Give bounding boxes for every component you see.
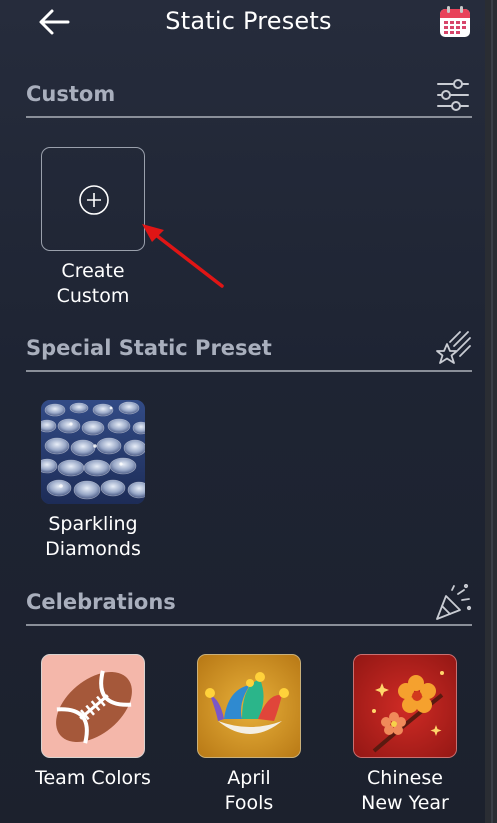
custom-section-title: Custom	[26, 82, 116, 106]
april-fools-label: April Fools	[184, 766, 314, 816]
create-custom-label: Create Custom	[28, 259, 158, 309]
celebrations-section-header: Celebrations	[26, 583, 472, 626]
sparkling-diamonds-tile[interactable]: Sparkling Diamonds	[28, 400, 158, 562]
shooting-star-icon	[434, 330, 472, 368]
plum-blossom-icon	[354, 655, 456, 757]
chinese-new-year-label-line1: Chinese	[367, 767, 443, 789]
chinese-new-year-label: Chinese New Year	[340, 766, 470, 816]
sparkling-diamonds-label-line1: Sparkling	[48, 513, 138, 535]
special-section-header: Special Static Preset	[26, 331, 472, 372]
chinese-new-year-image[interactable]	[353, 654, 457, 758]
team-colors-label-line1: Team Colors	[35, 767, 151, 789]
april-fools-label-line1: April	[227, 767, 271, 789]
team-colors-tile[interactable]: Team Colors	[28, 654, 158, 791]
chinese-new-year-tile[interactable]: Chinese New Year	[340, 654, 470, 816]
team-colors-image[interactable]	[41, 654, 145, 758]
special-section-title: Special Static Preset	[26, 336, 272, 360]
april-fools-image[interactable]	[197, 654, 301, 758]
party-popper-icon	[434, 583, 472, 622]
chinese-new-year-label-line2: New Year	[361, 792, 449, 814]
sliders-icon[interactable]	[434, 76, 472, 114]
team-colors-label: Team Colors	[28, 766, 158, 791]
celebrations-section-title: Celebrations	[26, 590, 176, 614]
section-divider	[26, 370, 472, 372]
sparkling-diamonds-label-line2: Diamonds	[45, 538, 141, 560]
april-fools-tile[interactable]: April Fools	[184, 654, 314, 816]
static-presets-screen: Static Presets Custom Create Custom Spec…	[0, 0, 485, 823]
scrollbar-track[interactable]	[491, 0, 493, 823]
custom-section-header: Custom	[26, 79, 472, 118]
april-fools-label-line2: Fools	[224, 792, 274, 814]
jester-hat-icon	[198, 655, 300, 757]
section-divider	[26, 624, 472, 626]
plus-circle-icon	[79, 185, 109, 215]
create-custom-label-line1: Create	[61, 260, 125, 282]
create-custom-box[interactable]	[41, 147, 145, 251]
calendar-icon[interactable]	[437, 4, 473, 40]
create-custom-label-line2: Custom	[56, 285, 130, 307]
create-custom-tile[interactable]: Create Custom	[28, 147, 158, 309]
scrollbar[interactable]	[485, 0, 497, 823]
page-title: Static Presets	[165, 7, 332, 35]
sparkling-diamonds-label: Sparkling Diamonds	[28, 512, 158, 562]
sparkling-diamonds-image[interactable]	[41, 400, 145, 504]
section-divider	[26, 116, 472, 118]
top-bar: Static Presets	[0, 0, 485, 46]
football-icon	[56, 670, 132, 744]
